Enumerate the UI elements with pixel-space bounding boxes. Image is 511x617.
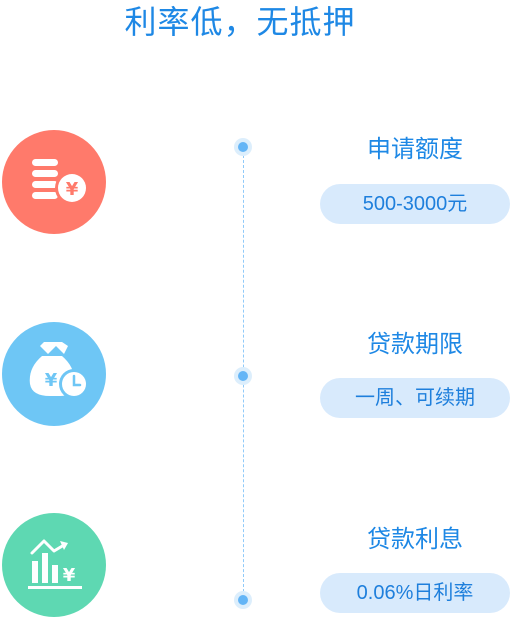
item-value-interest: 0.06%日利率: [320, 573, 510, 613]
money-bag-clock-icon: ¥: [2, 322, 106, 426]
timeline-dot: [238, 371, 248, 381]
item-title-quota: 申请额度: [367, 135, 463, 163]
coins-yen-icon: ¥: [2, 130, 106, 234]
timeline-dot: [238, 142, 248, 152]
item-value-term: 一周、可续期: [320, 378, 510, 418]
item-title-interest: 贷款利息: [367, 525, 463, 553]
svg-text:¥: ¥: [66, 179, 79, 200]
item-value-quota: 500-3000元: [320, 184, 510, 224]
page-headline: 利率低，无抵押: [124, 3, 356, 41]
timeline-dot: [238, 595, 248, 605]
chart-down-yen-icon: ¥: [2, 513, 106, 617]
svg-text:¥: ¥: [63, 565, 76, 586]
item-title-term: 贷款期限: [367, 330, 463, 358]
svg-text:¥: ¥: [45, 370, 58, 391]
